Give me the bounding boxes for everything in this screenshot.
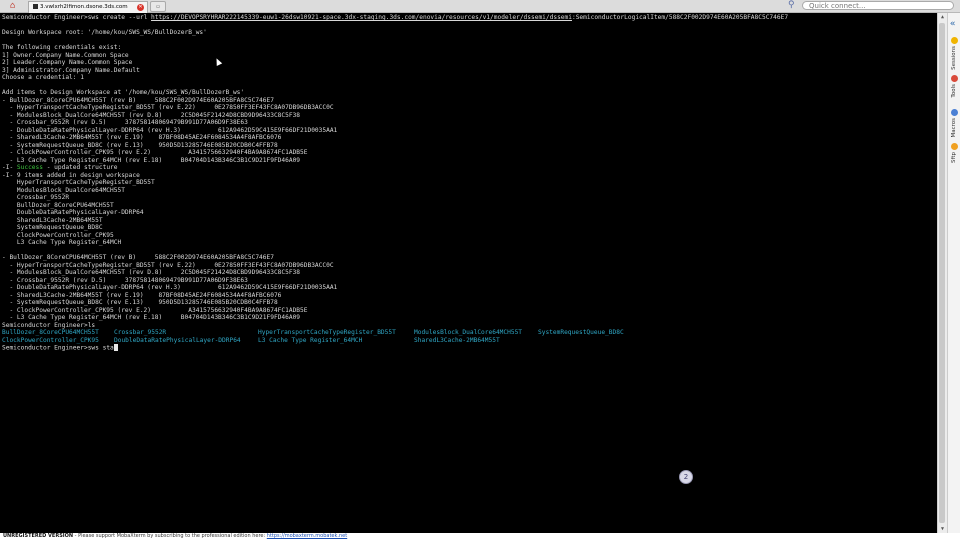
credential-choice: Choose a credential: 1: [2, 74, 84, 81]
notification-badge[interactable]: 2: [679, 470, 693, 484]
close-tab-icon[interactable]: ✕: [137, 4, 144, 11]
scroll-up-icon[interactable]: ▲: [938, 13, 947, 21]
success-line: -I- Success - updated structure: [2, 164, 118, 171]
scrollbar-thumb[interactable]: [939, 23, 945, 523]
status-bar: UNREGISTERED VERSION - Please support Mo…: [0, 533, 960, 540]
create-command-line: Semiconductor Engineer>sws create --url …: [2, 14, 789, 21]
tree-line: - SystemRequestQueue_BD8C (rev E.13) 950…: [2, 299, 278, 306]
tree-line: - BullDozer_8CoreCPU64MCH55T (rev B) 588…: [2, 254, 274, 261]
terminal-output[interactable]: Semiconductor Engineer>sws create --url …: [0, 13, 937, 533]
vertical-scrollbar[interactable]: ▲ ▼: [937, 13, 947, 533]
credentials-header: The following credentials exist:: [2, 44, 122, 51]
ls-entry: SharedL3Cache-2MB64M55T: [414, 337, 500, 344]
tree-line: - ModulesBlock_DualCore64MCH55T (rev D.8…: [2, 269, 301, 276]
prompt: Semiconductor Engineer>: [2, 14, 88, 21]
tree-line: - SharedL3Cache-2MB64M55T (rev E.19) 87B…: [2, 134, 282, 141]
ls-entry: ModulesBlock_DualCore64MCH55T: [414, 329, 523, 336]
added-item: Crossbar_9552R: [2, 194, 70, 201]
tree-line: - ClockPowerController_CPK95 (rev E.2) A…: [2, 149, 308, 156]
unregistered-label: UNREGISTERED VERSION: [3, 533, 74, 539]
added-item: SystemRequestQueue_BD8C: [2, 224, 103, 231]
ls-entry: BullDozer_8CoreCPU64MCH55T: [2, 329, 99, 336]
ls-entry: SystemRequestQueue_BD8C: [538, 329, 624, 336]
star-icon: [951, 37, 958, 44]
terminal-icon: [33, 4, 38, 9]
command-input[interactable]: sws sta: [88, 345, 114, 352]
collapse-arrow-icon[interactable]: «: [950, 19, 955, 29]
added-item: L3 Cache Type Register_64MCH: [2, 239, 122, 246]
tools-icon: [951, 75, 958, 82]
text-cursor: [113, 344, 118, 351]
success-word: Success: [16, 164, 43, 171]
added-item: HyperTransportCacheTypeRegister_BD55T: [2, 179, 155, 186]
scroll-down-icon[interactable]: ▼: [938, 525, 947, 533]
ls-entry: HyperTransportCacheTypeRegister_BD55T: [258, 329, 396, 336]
quick-connect-input[interactable]: Quick connect...: [802, 1, 954, 10]
sftp-icon: [951, 143, 958, 150]
home-icon[interactable]: ⌂: [10, 1, 20, 11]
tab-title: 3.vwlxrh2lfimon.dsone.3ds.com: [40, 4, 128, 10]
prompt: Semiconductor Engineer>: [2, 344, 88, 352]
ls-entry: DoubleDataRatePhysicalLayer-DDRP64: [114, 337, 241, 344]
new-tab-button[interactable]: ▭: [150, 1, 166, 12]
side-panel: « Sessions Tools Macros Sftp: [947, 13, 960, 533]
ls-entry: Crossbar_9552R: [114, 329, 167, 336]
workspace-root-line: Design Workspace root: '/home/kou/SWS_WS…: [2, 29, 207, 36]
paperclip-icon[interactable]: ⚲: [788, 0, 795, 10]
ls-entry: L3 Cache Type Register_64MCH: [258, 337, 363, 344]
added-item: DoubleDataRatePhysicalLayer-DDRP64: [2, 209, 144, 216]
credential-option: 2] Leader.Company Name.Common Space: [2, 59, 133, 66]
tree-line: - L3 Cache Type Register_64MCH (rev E.18…: [2, 314, 301, 321]
tree-line: - Crossbar_9552R (rev D.5) 3787581480694…: [2, 119, 248, 126]
status-message: - Please support MobaXterm by subscribin…: [73, 533, 267, 539]
mobaxterm-link[interactable]: https://mobaxterm.mobatek.net: [267, 533, 347, 539]
prompt: Semiconductor Engineer>: [2, 322, 88, 329]
create-url-link[interactable]: https://DEVOPSRYHRAR222145339-euw1-26dsw…: [151, 14, 572, 21]
current-command-line: Semiconductor Engineer>sws sta: [2, 344, 118, 352]
tree-line: - DoubleDataRatePhysicalLayer-DDRP64 (re…: [2, 284, 338, 291]
add-items-line: Add items to Design Workspace at '/home/…: [2, 89, 245, 96]
session-tab[interactable]: 3.vwlxrh2lfimon.dsone.3ds.com ✕: [28, 1, 148, 13]
macros-icon: [951, 109, 958, 116]
tree-line: - HyperTransportCacheTypeRegister_BD55T …: [2, 104, 334, 111]
tab-bar: ⌂ 3.vwlxrh2lfimon.dsone.3ds.com ✕ ▭ ⚲ Qu…: [0, 0, 960, 13]
